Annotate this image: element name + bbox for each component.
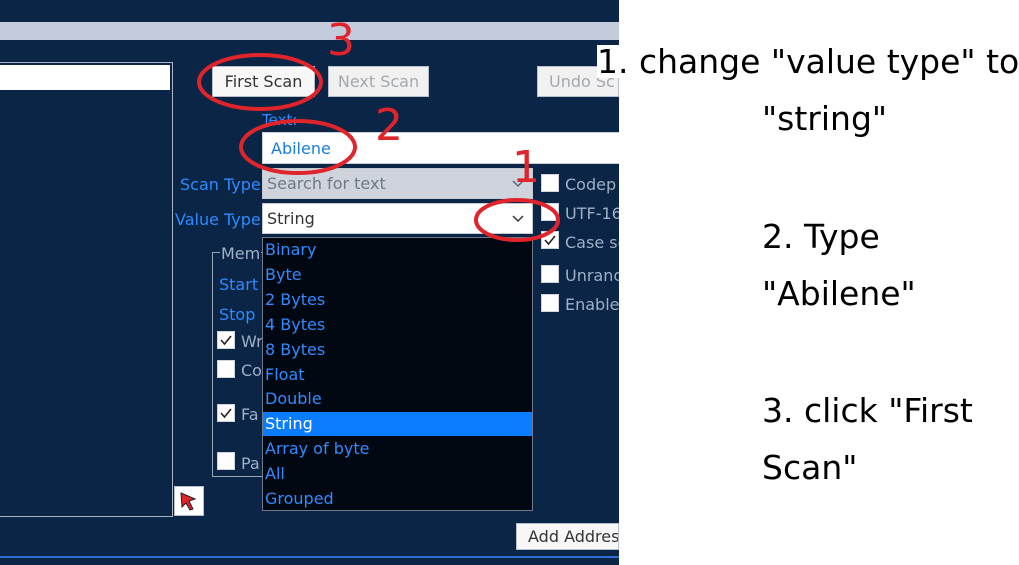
circle-dropdown-arrow: [474, 198, 560, 242]
circle-text-input: [239, 119, 357, 175]
step-1-marker: 1: [512, 142, 540, 193]
annotation-circles: [197, 53, 560, 242]
instruction-step3-line2: Scan": [762, 448, 858, 487]
instruction-step1-line1: 1. change "value type" to: [597, 42, 1019, 81]
instruction-step2-line1: 2. Type: [762, 217, 880, 256]
step-3-marker: 3: [327, 15, 355, 66]
circle-first-scan: [197, 53, 323, 111]
instruction-step1-line2: "string": [762, 99, 888, 138]
instruction-step3-line1: 3. click "First: [762, 391, 973, 430]
step-2-marker: 2: [375, 100, 403, 151]
instruction-step2-line2: "Abilene": [762, 274, 916, 313]
